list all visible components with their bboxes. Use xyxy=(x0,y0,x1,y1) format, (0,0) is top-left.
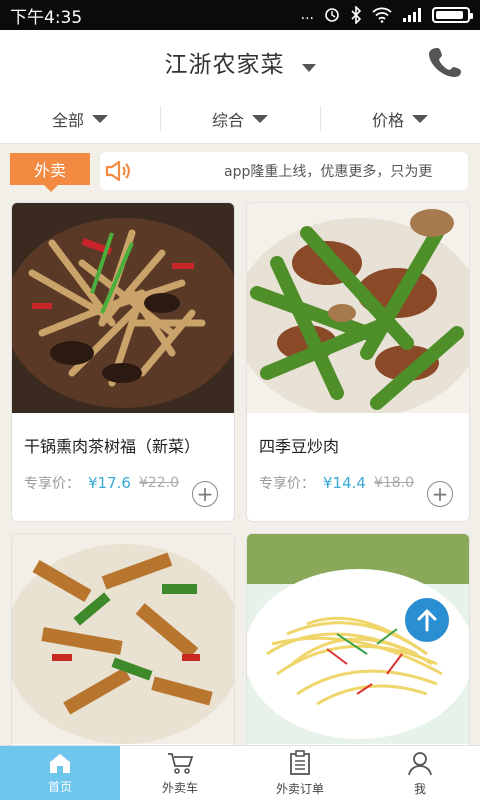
page-title: 江浙农家菜 xyxy=(164,52,285,78)
dish-name: 干锅熏肉茶树福（新菜） xyxy=(24,437,201,456)
add-to-cart-button[interactable]: + xyxy=(192,481,218,507)
dish-grid: 干锅熏肉茶树福（新菜） 专享价： ¥17.6 ¥22.0 + 四季豆炒肉 专享价… xyxy=(0,200,480,745)
battery-icon xyxy=(432,7,473,23)
tab-cart[interactable]: 外卖车 xyxy=(120,746,240,800)
price-label: 专享价： xyxy=(24,476,80,492)
filter-sort[interactable]: 综合 xyxy=(160,94,320,143)
filter-label: 全部 xyxy=(51,110,84,130)
dish-price: ¥14.4 xyxy=(323,474,366,492)
notice-row: 外卖 app隆重上线，优惠更多，只为更 xyxy=(10,150,470,192)
tab-label: 外卖订单 xyxy=(275,781,324,796)
chevron-down-icon xyxy=(92,114,108,123)
dish-name: 四季豆炒肉 xyxy=(259,437,340,456)
tab-label: 外卖车 xyxy=(161,780,198,795)
announcement-text: app隆重上线，优惠更多，只为更 xyxy=(224,164,433,180)
user-icon xyxy=(408,751,432,775)
dish-image xyxy=(12,534,234,744)
wifi-icon xyxy=(372,7,392,23)
home-icon xyxy=(50,753,70,773)
tab-label: 我 xyxy=(413,781,426,796)
alarm-icon xyxy=(325,8,339,22)
store-selector[interactable]: 江浙农家菜 xyxy=(164,45,316,79)
tab-home[interactable]: 首页 xyxy=(0,746,120,800)
dish-price: ¥17.6 xyxy=(88,474,131,492)
scroll-to-top-button[interactable] xyxy=(402,595,452,645)
status-bar: 下午4:35 ... xyxy=(0,0,480,30)
filter-bar: 全部 综合 价格 xyxy=(0,94,480,144)
dish-card[interactable] xyxy=(11,533,235,745)
chevron-down-icon xyxy=(412,114,428,123)
chevron-down-icon xyxy=(301,63,316,72)
speaker-icon xyxy=(100,152,136,190)
clipboard-icon xyxy=(290,749,310,775)
app-header: 江浙农家菜 xyxy=(0,30,480,94)
original-price: ¥18.0 xyxy=(373,475,415,491)
filter-price[interactable]: 价格 xyxy=(320,94,480,143)
filter-all[interactable]: 全部 xyxy=(0,94,160,143)
dish-image xyxy=(12,203,234,413)
status-icons: ... xyxy=(300,6,473,24)
price-label: 专享价： xyxy=(259,476,315,492)
bluetooth-icon xyxy=(351,6,362,24)
dish-card[interactable]: 四季豆炒肉 专享价： ¥14.4 ¥18.0 + xyxy=(246,202,470,522)
dish-card[interactable]: 干锅熏肉茶树福（新菜） 专享价： ¥17.6 ¥22.0 + xyxy=(11,202,235,522)
filter-label: 综合 xyxy=(211,110,244,130)
arrow-up-icon xyxy=(417,609,437,632)
add-to-cart-button[interactable]: + xyxy=(427,481,453,507)
original-price: ¥22.0 xyxy=(138,475,180,491)
status-time: 下午4:35 xyxy=(10,7,83,28)
bottom-tab-bar: 首页 外卖车 外卖订单 我 xyxy=(0,745,480,800)
tab-orders[interactable]: 外卖订单 xyxy=(240,746,360,800)
more-dots-icon: ... xyxy=(300,7,314,23)
signal-icon xyxy=(403,8,421,22)
filter-label: 价格 xyxy=(371,110,404,130)
dish-image xyxy=(247,203,469,413)
tab-me[interactable]: 我 xyxy=(360,746,480,800)
announcement-ticker[interactable]: app隆重上线，优惠更多，只为更 xyxy=(100,152,468,190)
takeout-tag[interactable]: 外卖 xyxy=(10,153,90,192)
tab-label: 首页 xyxy=(47,779,72,794)
chevron-down-icon xyxy=(252,114,268,123)
phone-icon[interactable] xyxy=(428,44,462,78)
cart-icon xyxy=(168,752,194,774)
